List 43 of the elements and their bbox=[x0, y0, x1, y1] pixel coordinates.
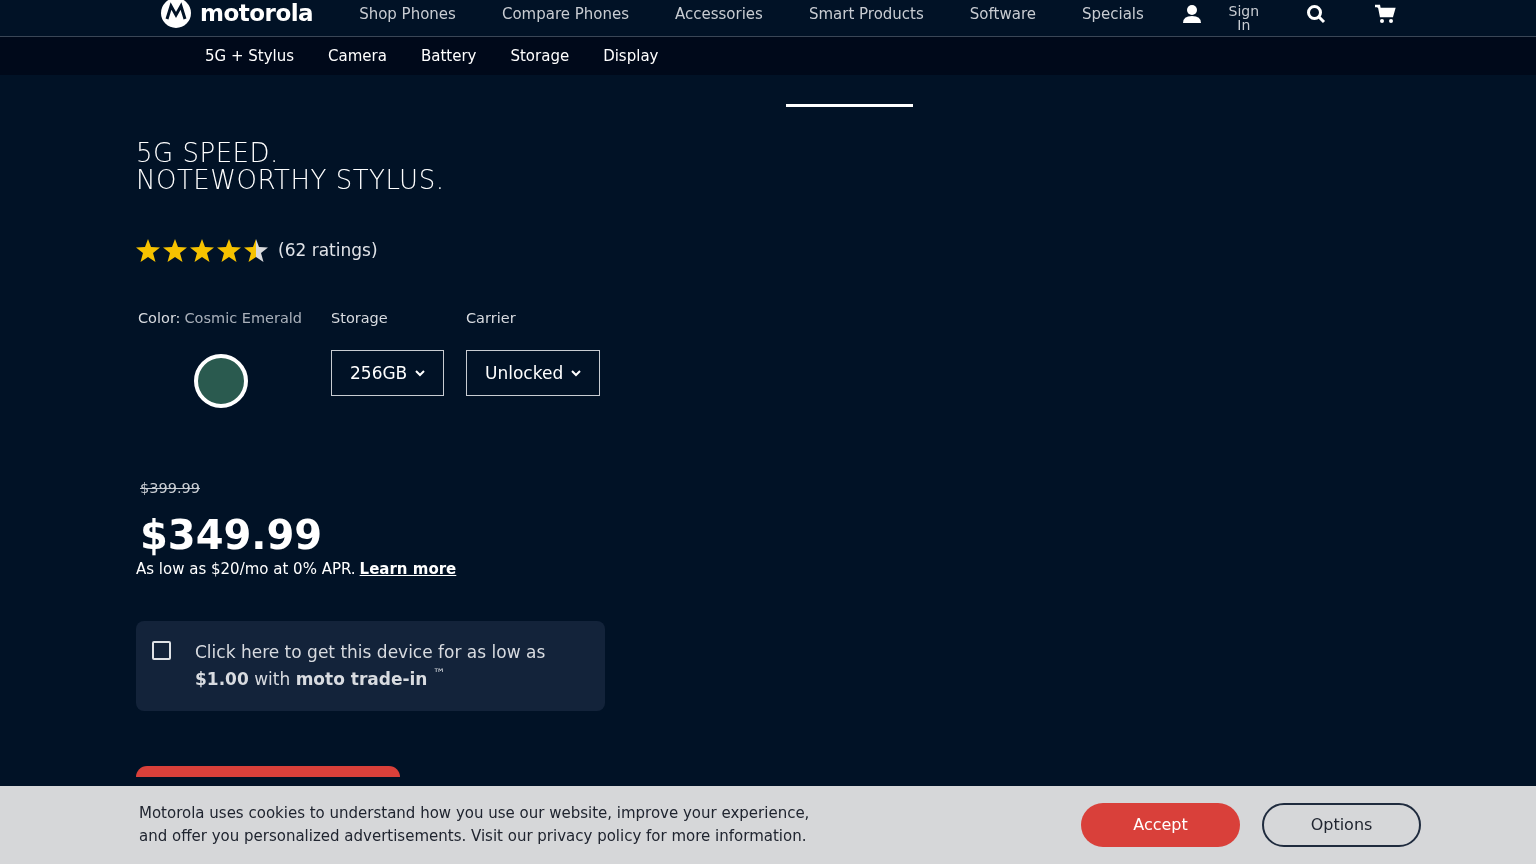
star-icon bbox=[136, 239, 160, 263]
ratings-count[interactable]: (62 ratings) bbox=[278, 238, 378, 264]
star-icon bbox=[190, 239, 214, 263]
cookie-message: Motorola uses cookies to understand how you use our website, improve your experience, and offer you personalized advertisements. Visit our privacy policy for more information. bbox=[139, 803, 811, 847]
carrier-label: Carrier bbox=[466, 308, 517, 328]
star-icon bbox=[244, 239, 268, 263]
section-link[interactable]: 5G + Stylus bbox=[205, 44, 295, 68]
section-link[interactable]: Display bbox=[603, 44, 659, 68]
product-headline: 5G SPEED. NOTEWORTHY STYLUS. bbox=[136, 140, 446, 194]
nav-link[interactable]: Software bbox=[969, 2, 1036, 26]
learn-more-link[interactable]: Learn more bbox=[359, 558, 457, 581]
sale-price: $349.99 bbox=[139, 512, 324, 559]
carrier-dropdown[interactable]: Unlocked bbox=[466, 350, 601, 397]
trade-in-text[interactable]: Click here to get this device for as low as $1.00 with moto trade-in $^{™}$ bbox=[195, 638, 589, 693]
nav-link[interactable]: Smart Products bbox=[808, 2, 924, 26]
star-icon bbox=[217, 239, 241, 263]
nav-link[interactable]: Specials bbox=[1081, 2, 1144, 26]
trade-in-checkbox[interactable] bbox=[152, 640, 171, 660]
color-name: Cosmic Emerald bbox=[184, 308, 303, 328]
financing-text: As low as $20/mo at 0% APR. bbox=[136, 559, 356, 581]
original-price: $399.99 bbox=[139, 479, 200, 499]
logo-icon[interactable] bbox=[160, 0, 192, 29]
search-icon[interactable] bbox=[1305, 4, 1326, 24]
storage-dropdown[interactable]: 256GB bbox=[331, 350, 445, 397]
chevron-icon bbox=[571, 369, 582, 377]
brand-name[interactable]: motorola bbox=[200, 0, 314, 31]
section-link[interactable]: Storage bbox=[510, 44, 570, 68]
options-button[interactable]: Options bbox=[1262, 803, 1421, 847]
color-label: Color: bbox=[138, 308, 181, 328]
user-icon[interactable] bbox=[1181, 4, 1202, 24]
nav-link[interactable]: Compare Phones bbox=[501, 2, 629, 26]
star-icon bbox=[163, 239, 187, 263]
add-to-cart-button[interactable] bbox=[136, 765, 400, 777]
cart-icon[interactable] bbox=[1373, 4, 1396, 24]
sign-in-link[interactable]: Sign In bbox=[1225, 4, 1262, 32]
accept-button[interactable]: Accept bbox=[1081, 803, 1240, 847]
color-swatch[interactable] bbox=[194, 354, 248, 409]
chevron-icon bbox=[415, 369, 426, 377]
nav-link[interactable]: Accessories bbox=[675, 2, 763, 26]
nav-link[interactable]: Shop Phones bbox=[359, 2, 456, 26]
section-link[interactable]: Battery bbox=[420, 44, 477, 68]
storage-label: Storage bbox=[331, 308, 389, 328]
section-link[interactable]: Camera bbox=[328, 44, 387, 68]
